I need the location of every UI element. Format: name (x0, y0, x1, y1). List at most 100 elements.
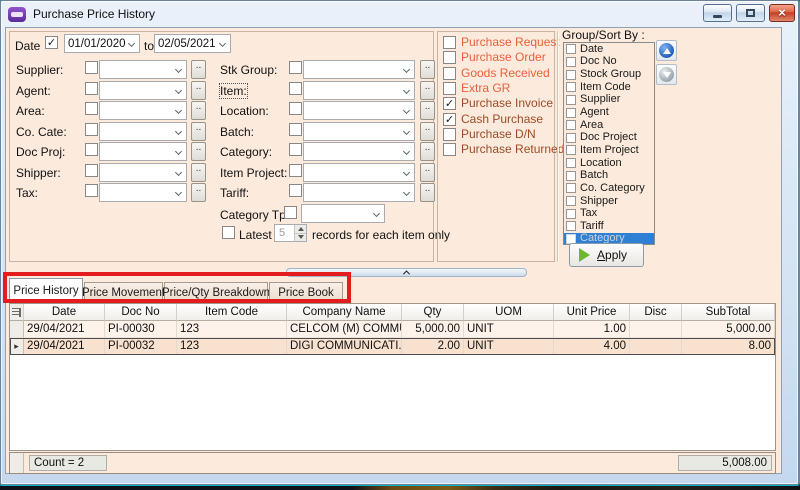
filter-checkbox-doc-proj[interactable] (85, 143, 98, 156)
filter-checkbox-supplier[interactable] (85, 61, 98, 74)
filter-combobox-tax[interactable] (99, 183, 187, 202)
filter-checkbox-stk-group[interactable] (289, 61, 302, 74)
filter-lookup-button-item[interactable]: .. (420, 81, 435, 100)
category-tpl-checkbox[interactable] (284, 206, 297, 219)
filter-combobox-stk-group[interactable] (303, 60, 415, 79)
category-tpl-combobox[interactable] (301, 204, 385, 223)
spin-up-icon[interactable] (295, 225, 306, 233)
group-sort-checkbox[interactable] (566, 95, 576, 105)
group-sort-item-co-category[interactable]: Co. Category (564, 182, 654, 195)
filter-checkbox-item-project[interactable] (289, 164, 302, 177)
filter-lookup-button-doc-proj[interactable]: .. (191, 142, 206, 161)
group-sort-checkbox[interactable] (566, 145, 576, 155)
group-sort-item-area[interactable]: Area (564, 119, 654, 132)
group-sort-item-tax[interactable]: Tax (564, 207, 654, 220)
filter-combobox-category[interactable] (303, 142, 415, 161)
group-sort-checkbox[interactable] (566, 70, 576, 80)
group-sort-checkbox[interactable] (566, 196, 576, 206)
group-sort-item-batch[interactable]: Batch (564, 169, 654, 182)
group-sort-item-doc-no[interactable]: Doc No (564, 56, 654, 69)
column-header-qty[interactable]: Qty (402, 304, 464, 321)
date-to-combobox[interactable]: 02/05/2021 (154, 34, 231, 53)
filter-lookup-button-shipper[interactable]: .. (191, 163, 206, 182)
tab-price-qty-breakdown[interactable]: Price/Qty Breakdown (164, 282, 268, 303)
doc-type-checkbox[interactable]: ✓ (443, 113, 456, 126)
filter-combobox-area[interactable] (99, 101, 187, 120)
group-sort-checkbox[interactable] (566, 82, 576, 92)
doc-type-checkbox[interactable] (443, 82, 456, 95)
filter-checkbox-agent[interactable] (85, 82, 98, 95)
column-header-unit-price[interactable]: Unit Price (554, 304, 630, 321)
filter-lookup-button-item-project[interactable]: .. (420, 163, 435, 182)
filter-combobox-supplier[interactable] (99, 60, 187, 79)
filter-lookup-button-stk-group[interactable]: .. (420, 60, 435, 79)
table-row[interactable]: 29/04/2021PI-00030123CELCOM (M) COMMU...… (10, 321, 775, 338)
group-sort-item-stock-group[interactable]: Stock Group (564, 68, 654, 81)
filter-lookup-button-agent[interactable]: .. (191, 81, 206, 100)
doc-type-purchase-invoice[interactable]: ✓Purchase Invoice (443, 96, 553, 110)
move-up-button[interactable] (656, 40, 677, 61)
filter-lookup-button-tariff[interactable]: .. (420, 183, 435, 202)
date-from-combobox[interactable]: 01/01/2020 (64, 34, 140, 53)
tab-price-history[interactable]: Price History (9, 278, 83, 303)
group-sort-checkbox[interactable] (566, 221, 576, 231)
doc-type-purchase-request[interactable]: Purchase Request (443, 35, 560, 49)
group-sort-checkbox[interactable] (566, 120, 576, 130)
doc-type-checkbox[interactable] (443, 67, 456, 80)
title-bar[interactable]: Purchase Price History (1, 1, 798, 27)
column-header-disc[interactable]: Disc (630, 304, 682, 321)
doc-type-checkbox[interactable] (443, 51, 456, 64)
filter-combobox-batch[interactable] (303, 122, 415, 141)
doc-type-checkbox[interactable] (443, 36, 456, 49)
filter-checkbox-location[interactable] (289, 102, 302, 115)
filter-lookup-button-area[interactable]: .. (191, 101, 206, 120)
doc-type-purchase-returned[interactable]: Purchase Returned (443, 142, 564, 156)
filter-checkbox-tax[interactable] (85, 184, 98, 197)
group-sort-item-supplier[interactable]: Supplier (564, 94, 654, 107)
column-header-uom[interactable]: UOM (464, 304, 554, 321)
doc-type-purchase-d-n[interactable]: Purchase D/N (443, 127, 536, 141)
column-header-subtotal[interactable]: SubTotal (682, 304, 775, 321)
date-checkbox[interactable]: ✓ (45, 36, 58, 49)
group-sort-item-location[interactable]: Location (564, 157, 654, 170)
doc-type-extra-gr[interactable]: Extra GR (443, 81, 510, 95)
restore-button[interactable] (736, 4, 765, 22)
table-row[interactable]: ▸29/04/2021PI-00032123DIGI COMMUNICATI..… (10, 338, 775, 355)
close-button[interactable]: × (769, 4, 795, 22)
group-sort-item-date[interactable]: Date (564, 43, 654, 56)
filter-combobox-shipper[interactable] (99, 163, 187, 182)
group-sort-checkbox[interactable] (566, 158, 576, 168)
collapse-splitter[interactable] (286, 268, 527, 277)
group-sort-checkbox[interactable] (566, 183, 576, 193)
group-sort-checkbox[interactable] (566, 44, 576, 54)
group-sort-checkbox[interactable] (566, 171, 576, 181)
filter-lookup-button-category[interactable]: .. (420, 142, 435, 161)
group-sort-item-agent[interactable]: Agent (564, 106, 654, 119)
group-sort-item-shipper[interactable]: Shipper (564, 195, 654, 208)
move-down-button[interactable] (656, 64, 677, 85)
minimize-button[interactable] (703, 4, 732, 22)
filter-checkbox-shipper[interactable] (85, 164, 98, 177)
column-header-date[interactable]: Date (24, 304, 105, 321)
filter-lookup-button-co-cate[interactable]: .. (191, 122, 206, 141)
filter-combobox-doc-proj[interactable] (99, 142, 187, 161)
column-header-item-code[interactable]: Item Code (177, 304, 287, 321)
apply-button[interactable]: Apply (569, 243, 644, 267)
group-sort-checkbox[interactable] (566, 133, 576, 143)
filter-checkbox-co-cate[interactable] (85, 123, 98, 136)
column-header-doc-no[interactable]: Doc No (105, 304, 177, 321)
filter-combobox-location[interactable] (303, 101, 415, 120)
doc-type-cash-purchase[interactable]: ✓Cash Purchase (443, 112, 543, 126)
filter-checkbox-tariff[interactable] (289, 184, 302, 197)
tab-price-movement[interactable]: Price Movement (84, 282, 163, 303)
filter-lookup-button-batch[interactable]: .. (420, 122, 435, 141)
filter-checkbox-area[interactable] (85, 102, 98, 115)
doc-type-checkbox[interactable] (443, 143, 456, 156)
doc-type-purchase-order[interactable]: Purchase Order (443, 50, 546, 64)
latest-count-spinner[interactable]: 5 (274, 224, 307, 242)
filter-lookup-button-tax[interactable]: .. (191, 183, 206, 202)
group-sort-item-item-code[interactable]: Item Code (564, 81, 654, 94)
doc-type-checkbox[interactable] (443, 128, 456, 141)
group-sort-item-tariff[interactable]: Tariff (564, 220, 654, 233)
filter-checkbox-category[interactable] (289, 143, 302, 156)
